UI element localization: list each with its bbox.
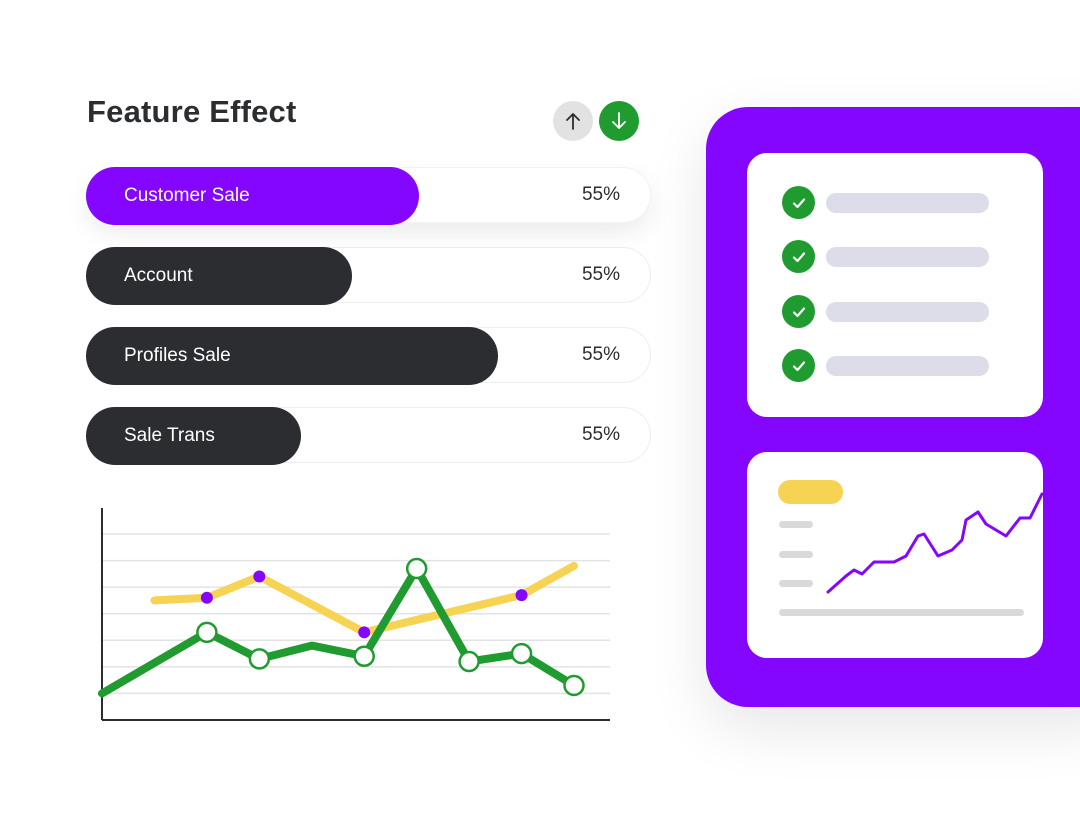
placeholder-line (779, 551, 813, 558)
placeholder-line (826, 247, 989, 267)
data-point (405, 557, 428, 580)
feature-bar-fill: Profiles Sale (86, 327, 498, 385)
feature-bar-fill: Sale Trans (86, 407, 301, 465)
feature-bar-value: 55% (581, 344, 620, 365)
series-line-0 (150, 561, 578, 637)
sort-descending-button[interactable] (599, 101, 639, 141)
placeholder-line (779, 580, 813, 587)
data-point (353, 645, 375, 667)
feature-bar-label: Sale Trans (124, 425, 215, 446)
feature-bar-value: 55% (581, 184, 620, 205)
data-point (253, 570, 266, 583)
feature-bar-value: 55% (581, 424, 620, 445)
arrow-up-icon (566, 113, 580, 130)
data-point (358, 626, 371, 639)
sparkline (826, 492, 1044, 594)
data-point (510, 642, 533, 665)
arrow-down-icon (612, 112, 626, 129)
placeholder-line (779, 521, 813, 528)
check-icon (782, 240, 815, 273)
feature-bar-fill: Account (86, 247, 352, 305)
feature-bar-label: Account (124, 265, 193, 286)
placeholder-line (826, 302, 989, 322)
line-chart (98, 508, 610, 721)
check-icon (782, 349, 815, 382)
feature-bar[interactable]: Sale Trans 55% (86, 407, 651, 465)
sort-ascending-button[interactable] (553, 101, 593, 141)
data-point (200, 591, 213, 604)
placeholder-baseline (779, 609, 1024, 616)
data-point (248, 648, 271, 670)
check-icon (782, 186, 815, 219)
feature-bar[interactable]: Profiles Sale 55% (86, 327, 651, 385)
feature-bar-fill: Customer Sale (86, 167, 419, 225)
feature-bar-value: 55% (581, 264, 620, 285)
page-title: Feature Effect (87, 94, 297, 129)
feature-bar-label: Profiles Sale (124, 345, 231, 366)
data-point (515, 589, 528, 602)
data-point (458, 650, 480, 673)
placeholder-line (826, 356, 989, 376)
feature-bar-label: Customer Sale (124, 185, 250, 206)
data-point (563, 674, 585, 697)
data-point (196, 621, 218, 644)
placeholder-line (826, 193, 989, 213)
check-icon (782, 295, 815, 328)
feature-bar[interactable]: Account 55% (86, 247, 651, 305)
feature-bar[interactable]: Customer Sale 55% (86, 167, 651, 225)
